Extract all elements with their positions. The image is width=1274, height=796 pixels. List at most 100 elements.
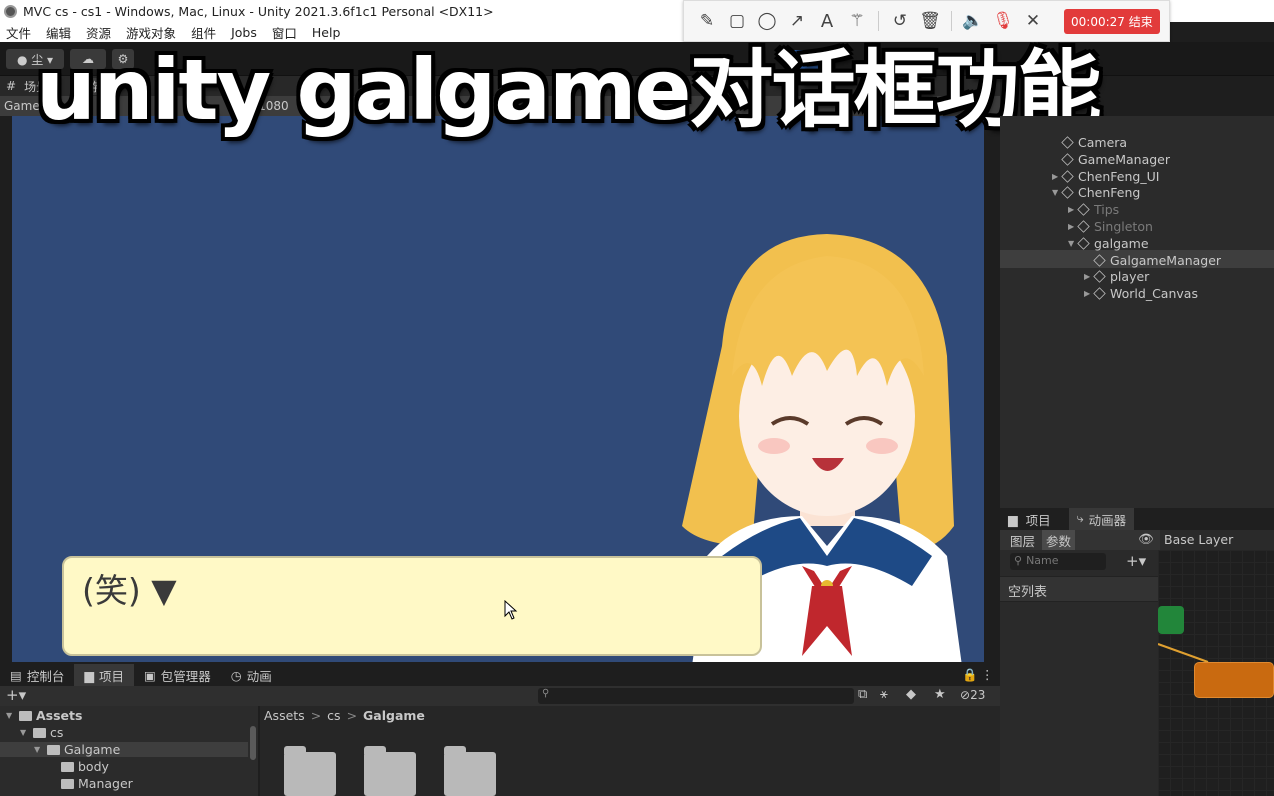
gameobject-icon: [1093, 270, 1106, 284]
expand-down-icon[interactable]: ▼: [20, 728, 29, 737]
menu-item-5[interactable]: Jobs: [231, 25, 257, 40]
entry-state-node[interactable]: [1158, 606, 1184, 634]
folder-icon[interactable]: [444, 746, 496, 796]
tab-console[interactable]: ▤ 控制台: [0, 664, 74, 686]
window-title: MVC cs - cs1 - Windows, Mac, Linux - Uni…: [23, 3, 494, 19]
expand-down-icon[interactable]: ▼: [6, 711, 15, 720]
menu-item-7[interactable]: Help: [312, 25, 341, 40]
menu-item-6[interactable]: 窗口: [272, 23, 297, 42]
tree-scrollbar[interactable]: [248, 708, 258, 796]
menu-item-3[interactable]: 游戏对象: [126, 23, 176, 42]
hierarchy-item[interactable]: ▶ Tips: [1068, 201, 1119, 218]
project-tree-item[interactable]: body: [48, 759, 109, 774]
lock-icon[interactable]: 🔒: [962, 667, 978, 683]
project-tree-item[interactable]: ▼ Galgame: [0, 742, 248, 757]
folder-icon: [33, 727, 46, 738]
tab-animation-label: 动画: [246, 668, 272, 684]
breadcrumb-item[interactable]: cs: [327, 708, 340, 723]
trash-icon[interactable]: 🗑: [915, 6, 945, 36]
filter-icon[interactable]: ⚹: [880, 687, 888, 702]
console-icon: ▤: [10, 667, 22, 683]
menu-item-0[interactable]: 文件: [6, 23, 31, 42]
speaker-icon[interactable]: 🔈: [958, 6, 988, 36]
search-by-type-icon[interactable]: ⧉: [858, 687, 867, 702]
menu-item-4[interactable]: 组件: [191, 23, 216, 42]
text-icon[interactable]: A: [812, 6, 842, 36]
folder-icon[interactable]: [364, 746, 416, 796]
search-icon: ⚲: [542, 688, 550, 699]
menu-item-2[interactable]: 资源: [86, 23, 111, 42]
menu-item-1[interactable]: 编辑: [46, 23, 71, 42]
pencil-icon[interactable]: ✎: [692, 6, 722, 36]
game-view[interactable]: (笑) ▼: [12, 116, 984, 662]
video-overlay-title: unity galgame对话框功能: [36, 41, 1101, 139]
more-menu-icon[interactable]: ⋮: [981, 667, 994, 682]
hierarchy-item[interactable]: GalgameManager: [1084, 252, 1221, 269]
recording-timer-button[interactable]: 00:00:27 结束: [1064, 8, 1160, 34]
folder-icon: [61, 778, 74, 789]
expand-right-icon[interactable]: ▶: [1084, 272, 1094, 281]
dialog-box[interactable]: (笑) ▼: [62, 556, 762, 656]
hierarchy-item-label: ChenFeng_UI: [1078, 168, 1160, 184]
menu-bar: 文件 编辑 资源 游戏对象 组件 Jobs 窗口 Help: [0, 22, 683, 42]
scrollbar-thumb[interactable]: [250, 726, 256, 760]
breadcrumb-item[interactable]: Assets: [264, 708, 305, 723]
search-icon: ⚲: [1014, 554, 1023, 567]
favorite-icon[interactable]: ★: [934, 687, 946, 702]
rectangle-icon[interactable]: ▢: [722, 6, 752, 36]
project-tree-item[interactable]: ▼ cs: [20, 725, 63, 740]
label-icon[interactable]: ◆: [906, 687, 916, 702]
hierarchy-item-label: Tips: [1094, 202, 1120, 218]
project-tree-label: body: [78, 759, 109, 774]
tab-project-bottom[interactable]: ▆ 项目: [74, 664, 134, 686]
animator-toolbar: 图层 参数 👁 Base Layer: [1000, 530, 1274, 551]
tab-animator-wrap[interactable]: ⤷ 动画器: [1068, 507, 1135, 531]
hidden-packages-toggle[interactable]: ⊘23: [960, 688, 985, 702]
default-state-node[interactable]: [1194, 662, 1274, 698]
hierarchy-item[interactable]: Camera: [1052, 134, 1127, 151]
animator-tabs: ▆ 项目 ⤷ 动画器: [1000, 507, 1274, 531]
display-label[interactable]: Game: [4, 99, 40, 113]
project-search-input[interactable]: ⚲: [538, 688, 854, 704]
animator-icon: ⤷: [1076, 509, 1084, 525]
project-tree-label: Galgame: [64, 742, 121, 757]
expand-down-icon[interactable]: ▼: [34, 745, 43, 754]
eye-slash-icon: ⊘: [960, 688, 971, 702]
expand-down-icon[interactable]: ▼: [1052, 188, 1062, 197]
project-toolbar: +▾ ⚲ ⧉ ⚹ ◆ ★ ⊘23: [0, 686, 1000, 706]
tab-animator[interactable]: 动画器: [1089, 510, 1127, 529]
gameobject-icon: [1061, 186, 1074, 200]
hierarchy-item[interactable]: GameManager: [1052, 151, 1170, 168]
magic-wand-icon[interactable]: ⚚: [842, 6, 872, 36]
project-tree-item[interactable]: ▼ Assets: [6, 708, 82, 723]
arrow-icon[interactable]: ↗: [782, 6, 812, 36]
parameter-search[interactable]: ⚲ Name: [1010, 553, 1106, 570]
hierarchy-item[interactable]: ▼ galgame: [1068, 235, 1149, 252]
animator-graph[interactable]: [1158, 550, 1274, 796]
circle-icon[interactable]: ◯: [752, 6, 782, 36]
undo-icon[interactable]: ↺: [885, 6, 915, 36]
create-button[interactable]: +▾: [6, 686, 26, 704]
mic-muted-icon[interactable]: 🎙: [988, 6, 1018, 36]
folder-icon[interactable]: [284, 746, 336, 796]
tab-project[interactable]: 项目: [1026, 510, 1051, 529]
tab-parameters[interactable]: 参数: [1042, 530, 1076, 551]
hierarchy-item[interactable]: ▼ ChenFeng: [1052, 184, 1140, 201]
tab-package-manager[interactable]: ▣ 包管理器: [134, 664, 221, 686]
gameobject-icon: [1061, 136, 1074, 149]
hierarchy-item[interactable]: ▶ Singleton: [1068, 218, 1153, 235]
close-icon[interactable]: ✕: [1018, 6, 1048, 36]
tab-animation[interactable]: ◷ 动画: [221, 664, 282, 686]
tab-layers[interactable]: 图层: [1010, 531, 1035, 550]
folder-icon: ▆: [1008, 511, 1018, 527]
eye-icon[interactable]: 👁: [1138, 531, 1154, 547]
add-parameter-button[interactable]: +▾: [1126, 552, 1146, 570]
hierarchy-item[interactable]: ▶ World_Canvas: [1084, 285, 1198, 302]
breadcrumb-item[interactable]: Galgame: [363, 708, 425, 723]
project-tree-item[interactable]: Manager: [48, 776, 133, 791]
hierarchy-item[interactable]: ▶ ChenFeng_UI: [1052, 168, 1159, 185]
project-tree-label: Assets: [36, 708, 83, 723]
hierarchy-item[interactable]: ▶ player: [1084, 268, 1149, 285]
mouse-cursor-icon: [504, 600, 518, 620]
layer-breadcrumb[interactable]: Base Layer: [1160, 530, 1274, 550]
